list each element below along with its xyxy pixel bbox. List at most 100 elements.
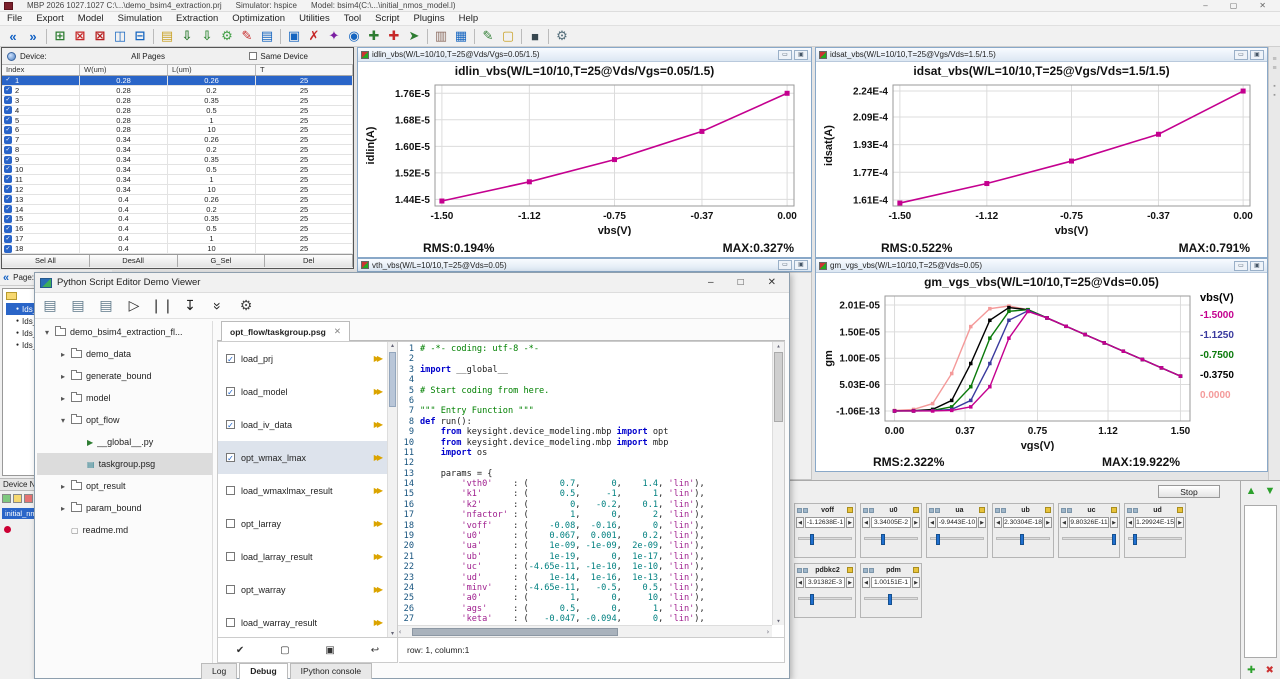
param-decrease-button[interactable]: ◀ (1060, 517, 1068, 528)
bottom-tab-log[interactable]: Log (201, 663, 237, 679)
param-slider[interactable] (1128, 537, 1182, 540)
column-header-l(um)[interactable]: L(um) (168, 65, 256, 75)
table-icon[interactable]: ▦ (451, 27, 471, 45)
param-slider[interactable] (996, 537, 1050, 540)
uncheck-all-icon[interactable]: ▢ (280, 645, 289, 656)
code-line[interactable]: 4 (398, 375, 772, 385)
same-device-option[interactable]: Same Device (249, 52, 308, 61)
menu-optimization[interactable]: Optimization (225, 13, 292, 24)
code-line[interactable]: 2 (398, 354, 772, 364)
code-line[interactable]: 15 'k1' : ( 0.5, -1, 1, 'lin'), (398, 489, 772, 499)
param-bound-icon[interactable] (913, 507, 919, 513)
param-value[interactable]: -1.12638E-1 (805, 517, 845, 528)
code-line[interactable]: 21 'ub' : ( 1e-19, 0, 1e-17, 'lin'), (398, 552, 772, 562)
tab-taskgroup-psg[interactable]: opt_flow/taskgroup.psg ✕ (221, 321, 350, 341)
param-lock-icon[interactable] (797, 568, 802, 573)
tree-item-demo-data[interactable]: ▸demo_data (37, 343, 212, 365)
run-all-icon[interactable]: » (209, 297, 227, 315)
param-slider-handle[interactable] (1112, 534, 1116, 545)
task-load_larray_result[interactable]: load_larray_result▶▶ (218, 540, 397, 573)
param-link-icon[interactable] (1067, 508, 1072, 513)
code-line[interactable]: 14 'vth0' : ( 0.7, 0, 1.4, 'lin'), (398, 479, 772, 489)
del-button[interactable]: Del (265, 255, 353, 267)
param-link-icon[interactable] (869, 508, 874, 513)
parameter-list-box[interactable] (1244, 505, 1277, 658)
run-task-icon[interactable]: ▶▶ (374, 420, 383, 429)
edit-doc-icon[interactable]: ✎ (478, 27, 498, 45)
check-all-icon[interactable]: ✔ (236, 645, 244, 656)
param-link-icon[interactable] (1133, 508, 1138, 513)
table-row[interactable]: ✓70.340.2625 (2, 135, 353, 145)
script-settings-icon[interactable]: ▤ (69, 297, 87, 315)
unpin-icon[interactable]: ✚ (384, 27, 404, 45)
code-line[interactable]: 10 from keysight.device_modeling.mbp imp… (398, 438, 772, 448)
row-checkbox[interactable]: ✓ (4, 146, 12, 154)
param-increase-button[interactable]: ▶ (912, 577, 920, 588)
code-line[interactable]: 22 'uc' : (-4.65e-11, -1e-10, 1e-10, 'li… (398, 562, 772, 572)
expander-icon[interactable]: ▾ (43, 328, 51, 337)
row-checkbox[interactable]: ✓ (4, 96, 12, 104)
idlin-plot[interactable]: -1.50-1.12-0.75-0.370.001.44E-51.52E-51.… (363, 80, 808, 236)
param-link-icon[interactable] (803, 568, 808, 573)
code-line[interactable]: 19 'u0' : ( 0.067, 0.001, 0.2, 'lin'), (398, 531, 772, 541)
task-checkbox[interactable] (226, 585, 235, 594)
run-task-icon[interactable]: ▶▶ (374, 453, 383, 462)
back-icon[interactable]: « (3, 27, 23, 45)
code-line[interactable]: 9 from keysight.device_modeling.mbp impo… (398, 427, 772, 437)
probe-icon[interactable]: ◉ (344, 27, 364, 45)
param-bound-icon[interactable] (847, 507, 853, 513)
param-decrease-button[interactable]: ◀ (862, 577, 870, 588)
code-line[interactable]: 11 import os (398, 448, 772, 458)
run-task-icon[interactable]: ▶▶ (374, 552, 383, 561)
settings-gear-icon[interactable]: ⚙ (237, 297, 255, 315)
forward-icon[interactable]: » (23, 27, 43, 45)
code-line[interactable]: 24 'minv' : (-4.65e-11, -0.5, 0.5, 'lin'… (398, 583, 772, 593)
param-decrease-button[interactable]: ◀ (796, 517, 804, 528)
code-line[interactable]: 3import __global__ (398, 365, 772, 375)
idlin-window-titlebar[interactable]: idlin_vbs(W/L=10/10,T=25@Vds/Vgs=0.05/1.… (358, 48, 811, 62)
new-window-icon[interactable]: ⊞ (50, 27, 70, 45)
window-restore-icon[interactable]: ▭ (1234, 50, 1248, 60)
settings-gear-icon[interactable]: ⚙ (552, 27, 572, 45)
param-lock-icon[interactable] (797, 508, 802, 513)
run-task-icon[interactable]: ▶▶ (374, 387, 383, 396)
table-row[interactable]: ✓140.40.225 (2, 205, 353, 215)
param-value[interactable]: 3.91382E-3 (805, 577, 845, 588)
bottom-tab-ipython-console[interactable]: IPython console (290, 663, 372, 679)
param-bound-icon[interactable] (1111, 507, 1117, 513)
all-pages-selector[interactable]: All Pages (51, 52, 246, 61)
table-row[interactable]: ✓40.280.525 (2, 106, 353, 116)
param-decrease-button[interactable]: ◀ (862, 517, 870, 528)
menu-file[interactable]: File (0, 13, 29, 24)
task-opt_warray[interactable]: opt_warray▶▶ (218, 573, 397, 606)
stop-button[interactable]: Stop (1158, 485, 1220, 498)
param-increase-button[interactable]: ▶ (1044, 517, 1052, 528)
task-checkbox[interactable]: ✓ (226, 453, 235, 462)
param-slider-handle[interactable] (936, 534, 940, 545)
g-sel-button[interactable]: G_Sel (178, 255, 266, 267)
param-bound-icon[interactable] (1045, 507, 1051, 513)
column-header-w(um)[interactable]: W(um) (80, 65, 168, 75)
table-row[interactable]: ✓150.40.3525 (2, 214, 353, 224)
param-bound-icon[interactable] (1177, 507, 1183, 513)
row-checkbox[interactable]: ✓ (4, 215, 12, 223)
maximize-button[interactable]: ▢ (1230, 1, 1238, 10)
param-increase-button[interactable]: ▶ (846, 577, 854, 588)
code-line[interactable]: 7""" Entry Function """ (398, 406, 772, 416)
menu-extraction[interactable]: Extraction (169, 13, 225, 24)
param-increase-button[interactable]: ▶ (1110, 517, 1118, 528)
row-checkbox[interactable]: ✓ (4, 156, 12, 164)
row-checkbox[interactable]: ✓ (4, 205, 12, 213)
document-icon[interactable]: ▤ (257, 27, 277, 45)
run-icon[interactable]: ▷ (125, 297, 143, 315)
param-slider-handle[interactable] (1020, 534, 1024, 545)
param-slider[interactable] (1062, 537, 1116, 540)
window-restore-icon[interactable]: ▭ (1234, 261, 1248, 271)
run-task-icon[interactable]: ▶▶ (374, 585, 383, 594)
add-parameter-icon[interactable]: ✚ (1247, 665, 1255, 676)
param-lock-icon[interactable] (1127, 508, 1132, 513)
param-bound-icon[interactable] (847, 567, 853, 573)
param-decrease-button[interactable]: ◀ (796, 577, 804, 588)
code-line[interactable]: 25 'a0' : ( 1, 0, 10, 'lin'), (398, 593, 772, 603)
row-checkbox[interactable]: ✓ (4, 185, 12, 193)
